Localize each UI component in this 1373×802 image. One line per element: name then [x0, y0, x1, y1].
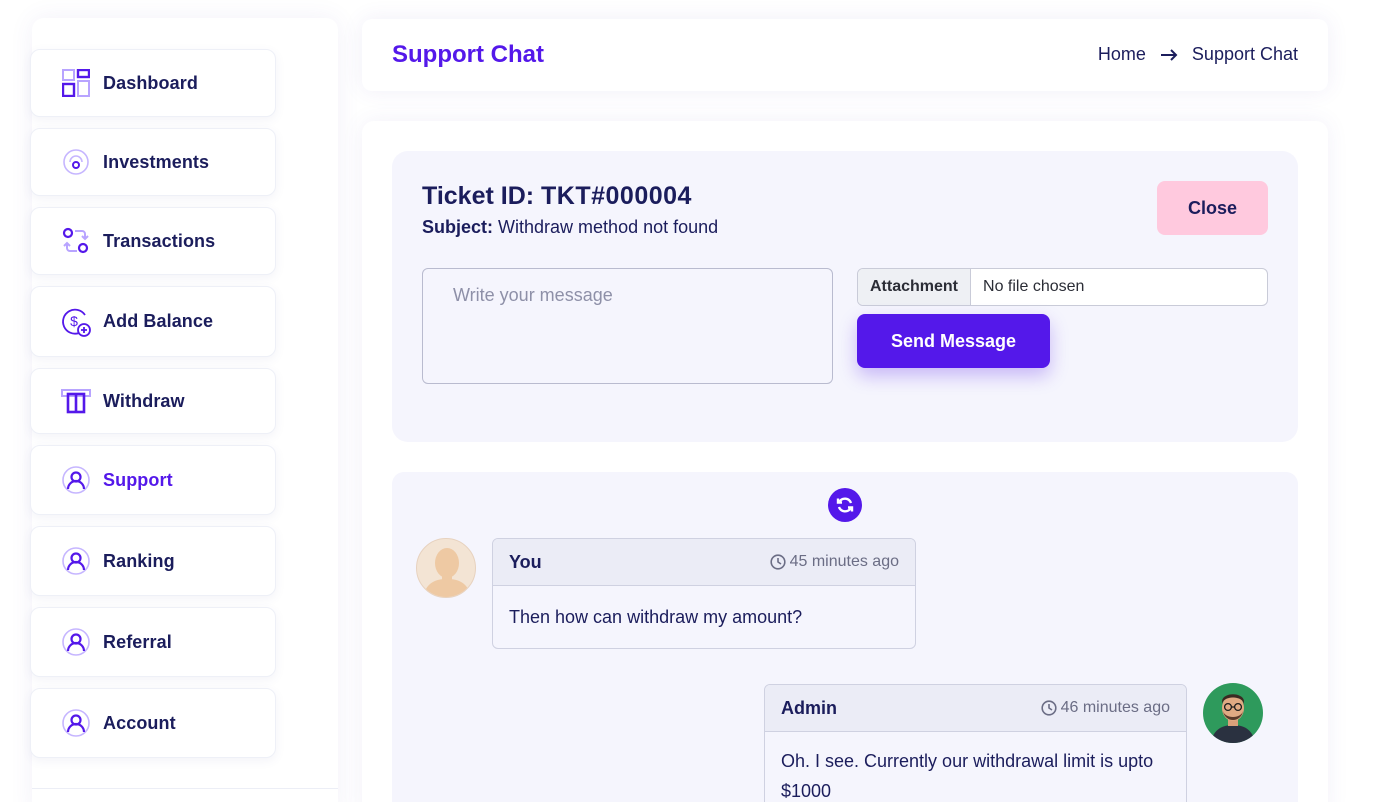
ticket-id: Ticket ID: TKT#000004: [422, 182, 692, 211]
breadcrumb: Home Support Chat: [1098, 44, 1298, 65]
arrow-right-icon: [1160, 48, 1178, 61]
breadcrumb-home-link[interactable]: Home: [1098, 44, 1146, 65]
attachment-file-input[interactable]: Attachment No file chosen: [857, 268, 1268, 306]
sidebar-item-transactions[interactable]: Transactions: [30, 207, 276, 275]
message-bubble-you: You 45 minutes ago Then how can withdraw…: [492, 538, 916, 649]
user-icon: [61, 708, 91, 738]
sidebar-item-label: Dashboard: [103, 72, 198, 93]
sidebar-item-label: Add Balance: [103, 311, 214, 331]
withdraw-icon: [61, 386, 91, 416]
add-balance-icon: $: [61, 307, 91, 337]
ticket-subject-value: Withdraw method not found: [498, 217, 719, 237]
sidebar-divider: [32, 788, 338, 789]
message-text: Then how can withdraw my amount?: [509, 607, 803, 627]
message-time: 46 minutes ago: [1040, 699, 1170, 717]
ticket-id-value: TKT#000004: [541, 182, 692, 210]
user-avatar: [416, 538, 476, 598]
close-ticket-button[interactable]: Close: [1157, 181, 1268, 235]
ticket-card: Ticket ID: TKT#000004 Subject: Withdraw …: [392, 151, 1298, 442]
page-title: Support Chat: [392, 41, 544, 68]
clock-icon: [1040, 700, 1057, 716]
sidebar-item-investments[interactable]: Investments: [30, 128, 276, 196]
sidebar-item-dashboard[interactable]: Dashboard: [30, 49, 276, 117]
clock-icon: [769, 554, 786, 570]
admin-avatar: [1203, 683, 1263, 743]
chat-area: You 45 minutes ago Then how can withdraw…: [392, 472, 1298, 802]
user-icon: [61, 465, 91, 495]
attachment-button[interactable]: Attachment: [858, 269, 972, 305]
sidebar-item-label: Withdraw: [103, 390, 185, 411]
ticket-id-label: Ticket ID:: [422, 182, 535, 210]
page-header: Support Chat Home Support Chat: [362, 19, 1328, 91]
dashboard-icon: [61, 68, 91, 98]
message-text: Oh. I see. Currently our withdrawal limi…: [781, 751, 1154, 801]
sidebar-item-label: Account: [103, 712, 176, 733]
message-time-text: 46 minutes ago: [1060, 699, 1170, 716]
sidebar-item-support[interactable]: Support: [30, 445, 276, 515]
user-icon: [61, 546, 91, 576]
message-author: Admin: [781, 697, 837, 718]
svg-text:$: $: [70, 313, 78, 329]
sidebar-item-account[interactable]: Account: [30, 688, 276, 758]
attachment-status: No file chosen: [983, 278, 1085, 295]
message-header: Admin 46 minutes ago: [765, 685, 1186, 732]
sidebar-item-label: Transactions: [103, 230, 216, 251]
message-time-text: 45 minutes ago: [789, 553, 899, 570]
sidebar-item-label: Support: [103, 469, 173, 490]
sidebar-item-add-balance[interactable]: $ Add Balance: [30, 286, 276, 357]
message-bubble-admin: Admin 46 minutes ago Oh. I see. Currentl…: [764, 684, 1187, 802]
ticket-subject-label: Subject:: [422, 217, 494, 237]
sidebar-item-referral[interactable]: Referral: [30, 607, 276, 677]
sidebar-item-label: Ranking: [103, 550, 175, 571]
refresh-icon[interactable]: [828, 488, 862, 522]
ticket-subject: Subject: Withdraw method not found: [422, 217, 718, 238]
investments-icon: [61, 147, 91, 177]
transactions-icon: [61, 226, 91, 256]
sidebar-item-label: Investments: [103, 151, 210, 172]
message-time: 45 minutes ago: [769, 553, 899, 571]
message-header: You 45 minutes ago: [493, 539, 915, 586]
message-input[interactable]: [422, 268, 833, 384]
sidebar-item-label: Referral: [103, 631, 172, 652]
sidebar-item-ranking[interactable]: Ranking: [30, 526, 276, 596]
message-author: You: [509, 551, 542, 572]
sidebar-item-withdraw[interactable]: Withdraw: [30, 368, 276, 434]
send-message-button[interactable]: Send Message: [857, 314, 1050, 368]
breadcrumb-current: Support Chat: [1191, 44, 1298, 64]
user-icon: [61, 627, 91, 657]
